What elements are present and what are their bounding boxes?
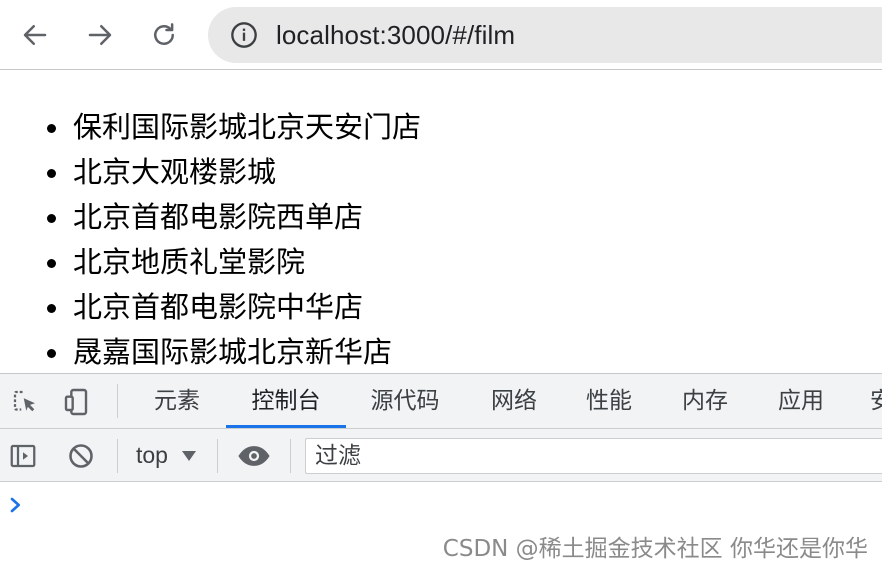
bullet-icon xyxy=(47,304,56,313)
reload-button[interactable] xyxy=(146,17,182,53)
tab-elements[interactable]: 元素 xyxy=(141,374,213,428)
bullet-icon xyxy=(47,214,56,223)
film-list-item: 北京大观楼影城 xyxy=(0,150,421,195)
tab-application[interactable]: 应用 xyxy=(765,374,837,428)
device-icon xyxy=(64,388,88,416)
url-text[interactable]: localhost:3000/#/film xyxy=(276,20,515,51)
divider xyxy=(117,384,118,418)
context-value: top xyxy=(136,442,168,468)
forward-button[interactable] xyxy=(82,17,118,53)
inspect-element-button[interactable] xyxy=(8,386,42,418)
film-list-item: 北京首都电影院中华店 xyxy=(0,285,421,330)
film-list-item: 北京首都电影院西单店 xyxy=(0,195,421,240)
bullet-icon xyxy=(47,349,56,358)
tab-network[interactable]: 网络 xyxy=(478,374,550,428)
divider xyxy=(290,439,291,473)
film-list-item: 保利国际影城北京天安门店 xyxy=(0,105,421,150)
inspect-cursor-icon xyxy=(13,390,35,412)
console-output[interactable]: CSDN @稀土掘金技术社区 你华还是你华 xyxy=(0,483,882,571)
sidebar-toggle-icon xyxy=(10,444,36,468)
film-name: 北京首都电影院中华店 xyxy=(73,290,364,324)
bullet-icon xyxy=(47,169,56,178)
film-name: 北京首都电影院西单店 xyxy=(73,200,364,234)
film-list: 保利国际影城北京天安门店 北京大观楼影城 北京首都电影院西单店 北京地质礼堂影院… xyxy=(0,105,421,375)
browser-toolbar: localhost:3000/#/film xyxy=(0,0,882,70)
tab-security[interactable]: 安 xyxy=(870,374,882,428)
arrow-left-icon xyxy=(23,25,47,45)
film-name: 北京大观楼影城 xyxy=(73,155,277,189)
tab-console[interactable]: 控制台 xyxy=(236,374,336,428)
arrow-right-icon xyxy=(88,25,112,45)
clear-console-button[interactable] xyxy=(65,440,97,472)
tab-memory[interactable]: 内存 xyxy=(669,374,741,428)
film-list-item: 北京地质礼堂影院 xyxy=(0,240,421,285)
reload-icon xyxy=(154,23,174,45)
toggle-sidebar-button[interactable] xyxy=(7,440,39,472)
devtools-panel: 元素 控制台 源代码 网络 性能 内存 应用 安 top 过滤 CSDN @稀土… xyxy=(0,373,882,571)
film-name: 北京地质礼堂影院 xyxy=(73,245,306,279)
film-name: 晟嘉国际影城北京新华店 xyxy=(73,335,393,369)
film-name: 保利国际影城北京天安门店 xyxy=(73,110,422,144)
block-icon xyxy=(69,444,93,468)
bullet-icon xyxy=(47,259,56,268)
devtools-tab-bar: 元素 控制台 源代码 网络 性能 内存 应用 安 xyxy=(0,374,882,429)
console-toolbar: top 过滤 xyxy=(0,429,882,482)
active-tab-indicator xyxy=(226,425,346,428)
device-toolbar-button[interactable] xyxy=(60,386,96,418)
divider xyxy=(117,439,118,473)
page-content: 保利国际影城北京天安门店 北京大观楼影城 北京首都电影院西单店 北京地质礼堂影院… xyxy=(0,71,882,373)
back-button[interactable] xyxy=(17,17,53,53)
prompt-chevron-icon xyxy=(10,497,20,513)
live-expression-button[interactable] xyxy=(236,440,272,472)
context-selector[interactable]: top xyxy=(136,429,196,482)
address-bar[interactable]: localhost:3000/#/film xyxy=(208,7,882,63)
info-icon[interactable] xyxy=(230,21,258,49)
film-list-item: 晟嘉国际影城北京新华店 xyxy=(0,330,421,375)
tab-performance[interactable]: 性能 xyxy=(573,374,645,428)
filter-input[interactable]: 过滤 xyxy=(305,438,882,474)
tab-sources[interactable]: 源代码 xyxy=(356,374,454,428)
divider xyxy=(217,439,218,473)
bullet-icon xyxy=(47,124,56,133)
dropdown-caret-icon xyxy=(181,450,196,461)
eye-icon xyxy=(238,446,270,466)
watermark: CSDN @稀土掘金技术社区 你华还是你华 xyxy=(442,536,868,562)
